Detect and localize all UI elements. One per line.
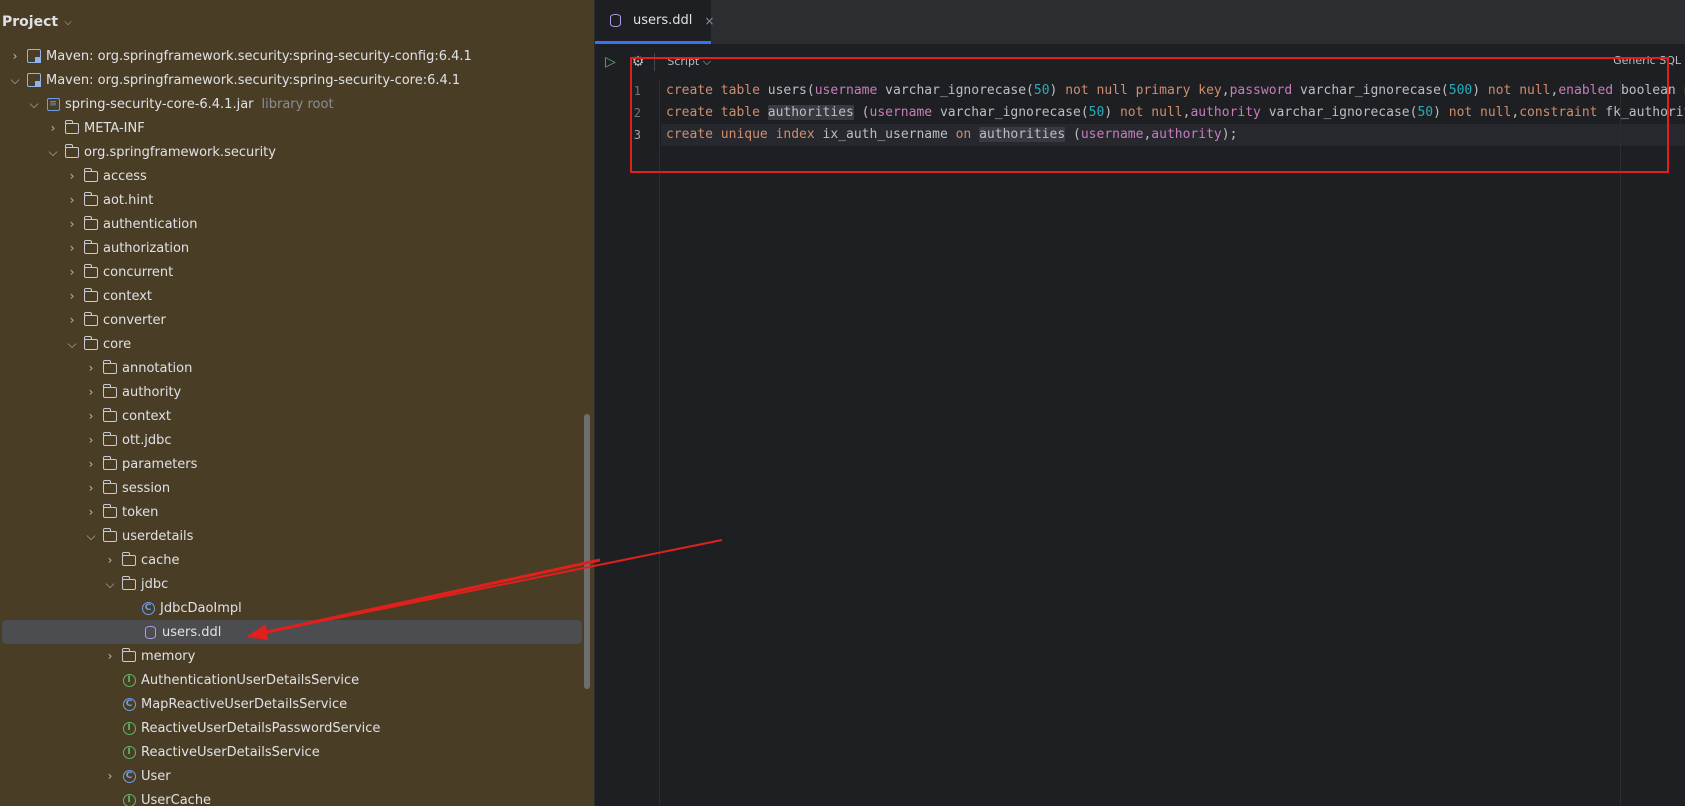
arrow-head [246, 624, 268, 640]
arrow-shaft [257, 558, 601, 636]
annotation-arrow [246, 539, 723, 640]
